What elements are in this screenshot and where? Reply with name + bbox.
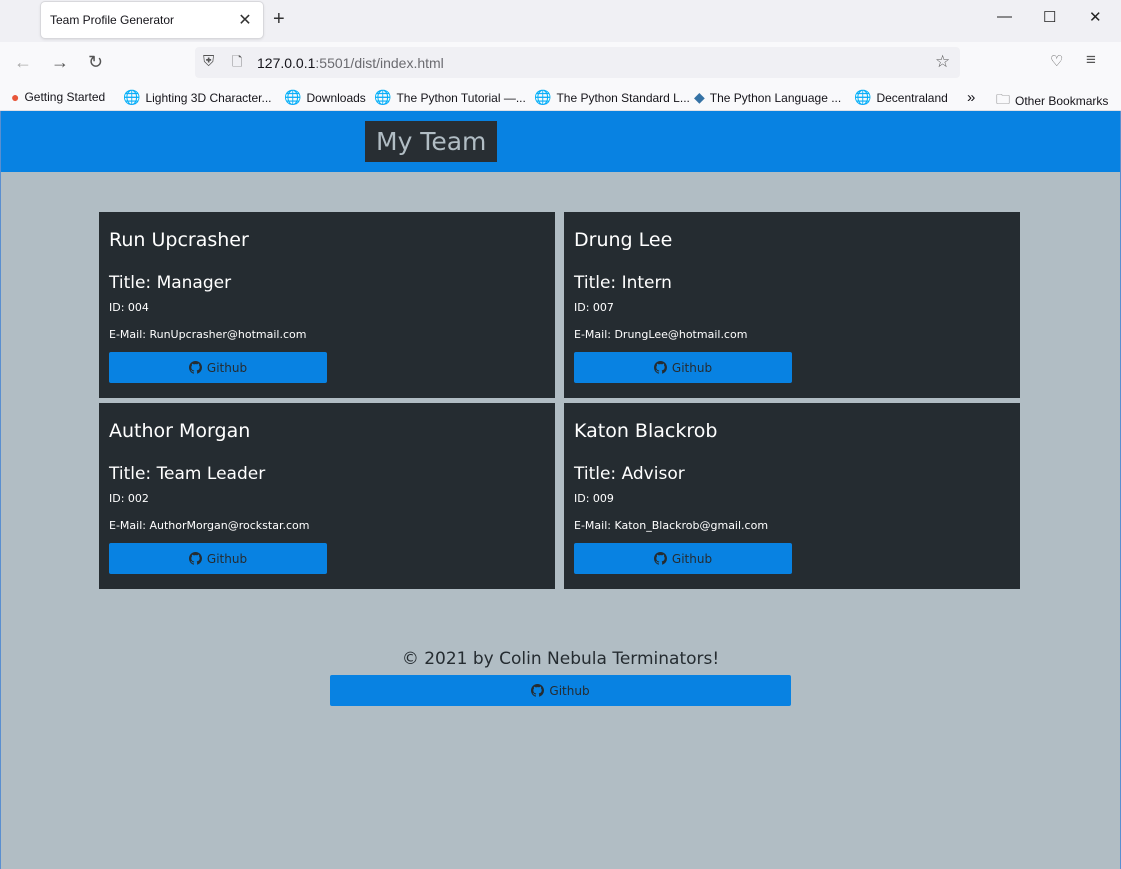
employee-id: ID: 002 — [109, 492, 149, 505]
forward-icon[interactable]: → — [51, 52, 69, 73]
page-title: My Team — [365, 121, 498, 162]
bookmark-item[interactable]: 🌐 Decentraland — [854, 89, 948, 106]
globe-icon: 🌐 — [854, 89, 872, 105]
employee-name: Author Morgan — [109, 420, 251, 442]
maximize-icon[interactable]: ☐ — [1043, 8, 1056, 26]
employee-title: Title: Intern — [574, 273, 672, 293]
window-close-icon[interactable]: ✕ — [1089, 8, 1102, 26]
github-button[interactable]: Github — [109, 543, 327, 574]
close-tab-icon[interactable]: ✕ — [233, 10, 257, 30]
employee-id: ID: 007 — [574, 301, 614, 314]
pocket-icon[interactable]: ♡ — [1050, 52, 1063, 70]
github-icon — [188, 552, 202, 565]
globe-icon: 🌐 — [123, 89, 141, 105]
footer-github-button[interactable]: Github — [330, 675, 791, 706]
page-icon: 🗋 — [232, 54, 243, 69]
globe-icon: 🌐 — [284, 89, 302, 105]
footer-copyright: © 2021 by Colin Nebula Terminators! — [401, 649, 720, 669]
bookmark-item[interactable]: 🌐 Downloads — [284, 89, 366, 106]
github-button-label: Github — [549, 683, 590, 698]
employee-title: Title: Manager — [109, 273, 232, 293]
globe-icon: 🌐 — [534, 89, 552, 105]
folder-icon: 🗀 — [996, 91, 1010, 107]
bookmark-item[interactable]: ● Getting Started — [11, 89, 105, 105]
github-icon — [188, 361, 202, 374]
employee-name: Katon Blackrob — [574, 420, 718, 442]
back-icon[interactable]: ← — [14, 52, 32, 73]
bookmark-item[interactable]: 🌐 The Python Standard L... — [534, 89, 690, 106]
employee-title: Title: Team Leader — [109, 464, 266, 484]
github-button-label: Github — [206, 360, 248, 375]
employee-email[interactable]: E-Mail: RunUpcrasher@hotmail.com — [109, 328, 306, 341]
reload-icon[interactable]: ↻ — [88, 52, 103, 73]
employee-id: ID: 004 — [109, 301, 149, 314]
tab-strip: Team Profile Generator ✕ + — ☐ ✕ — [0, 0, 1121, 42]
github-icon — [653, 361, 667, 374]
url-path: :5501/dist/index.html — [315, 55, 444, 71]
employee-card: Run Upcrasher Title: Manager ID: 004 E-M… — [99, 212, 555, 398]
employee-id: ID: 009 — [574, 492, 614, 505]
employee-email[interactable]: E-Mail: DrungLee@hotmail.com — [574, 328, 747, 341]
github-button-label: Github — [671, 360, 713, 375]
github-icon — [531, 684, 545, 697]
github-button[interactable]: Github — [574, 543, 792, 574]
employee-email[interactable]: E-Mail: AuthorMorgan@rockstar.com — [109, 519, 309, 532]
new-tab-icon[interactable]: + — [273, 8, 285, 31]
github-icon — [653, 552, 667, 565]
tab-active[interactable]: Team Profile Generator ✕ — [41, 2, 263, 38]
bookmark-star-icon[interactable]: ☆ — [935, 52, 950, 72]
employee-card: Drung Lee Title: Intern ID: 007 E-Mail: … — [564, 212, 1020, 398]
employee-card: Katon Blackrob Title: Advisor ID: 009 E-… — [564, 403, 1020, 589]
employee-name: Run Upcrasher — [109, 229, 249, 251]
employee-title: Title: Advisor — [574, 464, 685, 484]
employee-email[interactable]: E-Mail: Katon_Blackrob@gmail.com — [574, 519, 768, 532]
minimize-icon[interactable]: — — [997, 8, 1012, 25]
menu-icon[interactable]: ≡ — [1086, 50, 1096, 70]
bookmark-item[interactable]: ◆ The Python Language ... — [694, 89, 841, 106]
firefox-icon: ● — [11, 89, 20, 105]
employee-card: Author Morgan Title: Team Leader ID: 002… — [99, 403, 555, 589]
github-button-label: Github — [671, 551, 713, 566]
url-host: 127.0.0.1 — [257, 55, 316, 71]
python-icon: ◆ — [694, 89, 705, 105]
github-button[interactable]: Github — [109, 352, 327, 383]
globe-icon: 🌐 — [374, 89, 392, 105]
url-text[interactable]: 127.0.0.1:5501/dist/index.html — [257, 55, 444, 71]
page-content: My Team Run Upcrasher Title: Manager ID:… — [0, 111, 1121, 869]
github-button-label: Github — [206, 551, 248, 566]
employee-name: Drung Lee — [574, 229, 673, 251]
other-bookmarks[interactable]: 🗀 Other Bookmarks — [996, 89, 1108, 113]
bookmark-item[interactable]: 🌐 The Python Tutorial —... — [374, 89, 526, 106]
bookmark-item[interactable]: 🌐 Lighting 3D Character... — [123, 89, 272, 106]
tab-title: Team Profile Generator — [50, 13, 175, 27]
bookmarks-overflow-icon[interactable]: » — [967, 89, 975, 106]
page-header: My Team — [1, 111, 1120, 172]
shield-icon[interactable]: ⛨ — [203, 53, 214, 70]
github-button[interactable]: Github — [574, 352, 792, 383]
